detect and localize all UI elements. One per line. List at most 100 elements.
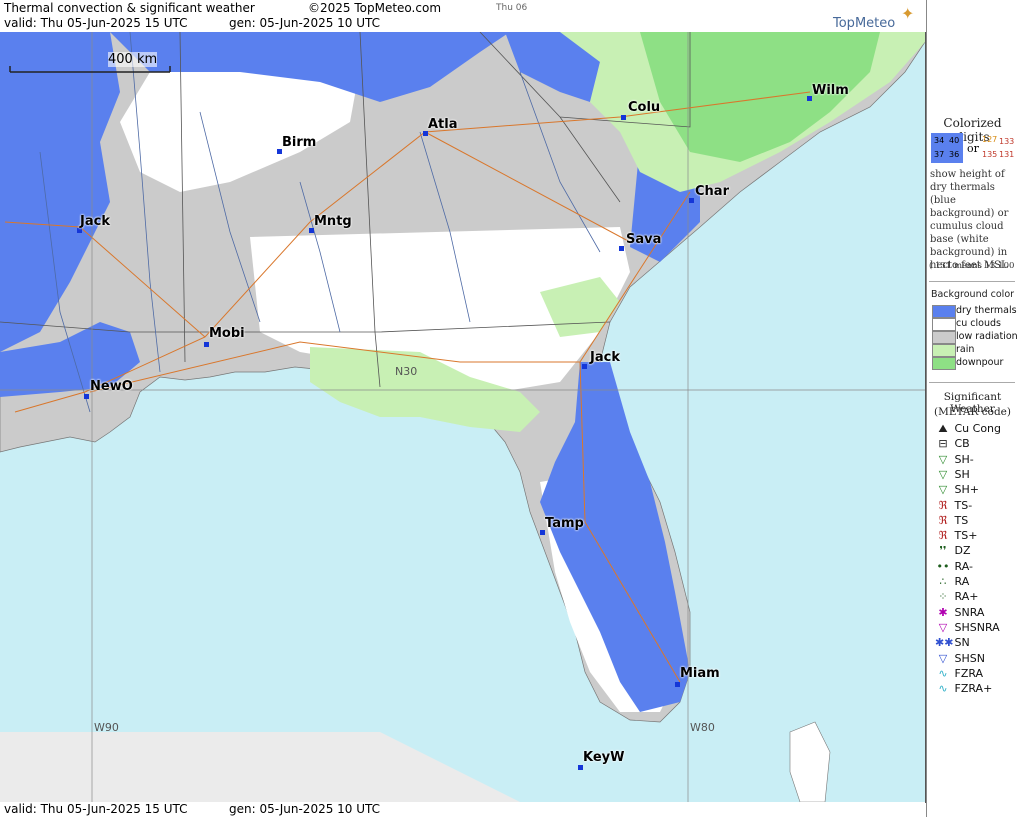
city-tamp[interactable]: Tamp: [545, 516, 584, 531]
city-dot-jack-fl: [582, 364, 587, 369]
sigwx-label: FZRA+: [951, 682, 993, 696]
footer-generated-time: gen: 05-Jun-2025 10 UTC: [229, 802, 381, 816]
city-birm[interactable]: Birm: [282, 135, 316, 150]
topmeteo-logo[interactable]: TopMeteo ✦: [833, 4, 914, 31]
compass-star-icon: ✦: [901, 4, 915, 23]
thunder-light-icon: ℜ: [938, 498, 948, 512]
city-dot-miam: [675, 682, 680, 687]
sigwx-label: Cu Cong: [951, 422, 1002, 435]
shower-light-icon: ▽: [938, 452, 948, 466]
thunder-heavy-icon: ℜ: [938, 529, 948, 543]
city-char[interactable]: Char: [695, 184, 729, 199]
sigwx-label: SNRA: [951, 605, 985, 619]
sample-white-2: 133: [999, 137, 1015, 146]
legend-or: or: [967, 142, 979, 155]
rain-icon: ∴: [939, 575, 947, 588]
sample-white-4: 131: [999, 150, 1015, 159]
sigwx-label: SN: [951, 636, 970, 650]
sample-blue-2: 40: [949, 136, 960, 145]
sigwx-item: ▽ SH+: [935, 483, 1015, 496]
sample-blue-3: 37: [934, 150, 945, 159]
sigwx-item: ∿ FZRA: [935, 667, 1015, 680]
logo-text: TopMeteo: [833, 16, 896, 31]
snow-rain-shower-icon: ▽: [938, 620, 948, 634]
city-miam[interactable]: Miam: [680, 666, 720, 681]
city-dot-newo: [84, 394, 89, 399]
city-dot-sava: [619, 246, 624, 251]
city-keyw[interactable]: KeyW: [583, 750, 624, 765]
drizzle-icon: ❜❜: [939, 544, 947, 558]
sigwx-label: DZ: [951, 544, 971, 558]
city-wilm[interactable]: Wilm: [812, 83, 849, 98]
label-downpour: downpour: [956, 357, 1004, 368]
sigwx-label: RA+: [951, 590, 979, 604]
legend-panel: Colorized digits 34 40 37 36 or 127 133 …: [926, 0, 1017, 817]
sigwx-item: ▽ SH: [935, 468, 1015, 481]
sigwx-item: ⁘ RA+: [935, 590, 1015, 603]
city-newo[interactable]: NewO: [90, 379, 133, 394]
sigwx-item: ℜ TS: [935, 514, 1015, 527]
city-sava[interactable]: Sava: [626, 232, 661, 247]
meridian-w90-label: W90: [94, 721, 119, 734]
sigwx-label: SH-: [951, 452, 974, 466]
freezing-rain-icon: ∿: [938, 666, 948, 680]
sigwx-item: ▽ SHSNRA: [935, 621, 1015, 634]
city-mntg[interactable]: Mntg: [314, 214, 352, 229]
shower-icon: ▽: [938, 467, 948, 481]
sigwx-item: •• RA-: [935, 560, 1015, 573]
legend-sigwx-sub: (METAR code): [933, 406, 1011, 418]
map-title: Thermal convection & significant weather: [4, 1, 255, 15]
day-tab[interactable]: Thu 06: [496, 3, 527, 13]
sigwx-label: TS: [951, 513, 969, 527]
freezing-rain-heavy-icon: ∿: [938, 682, 948, 696]
sigwx-item: ▽ SHSN: [935, 652, 1015, 665]
sigwx-label: TS+: [951, 529, 978, 543]
city-atla[interactable]: Atla: [428, 117, 458, 132]
city-dot-char: [689, 198, 694, 203]
sigwx-label: TS-: [951, 498, 973, 512]
city-dot-colu: [621, 115, 626, 120]
sigwx-item: ∴ RA: [935, 575, 1015, 588]
city-mobi[interactable]: Mobi: [209, 326, 245, 341]
swatch-dry: [932, 305, 956, 318]
sigwx-item: ✱ SNRA: [935, 606, 1015, 619]
legend-background-title: Background color: [930, 289, 1015, 300]
bahamas-island: [789, 721, 831, 802]
label-rain: rain: [956, 344, 975, 355]
sample-white-box: 127 133 135 131: [982, 135, 1016, 163]
swatch-rain: [932, 344, 956, 357]
scale-label: 400 km: [108, 52, 158, 67]
sample-blue-box: 34 40 37 36: [931, 133, 963, 163]
swatch-downpour: [932, 357, 956, 370]
cb-icon: ⊟: [938, 437, 948, 451]
swatch-cu: [932, 318, 956, 331]
sigwx-item: ⛰ Cu Cong: [935, 422, 1015, 436]
sigwx-item: ℜ TS-: [935, 499, 1015, 512]
sample-white-3: 135: [982, 150, 998, 159]
label-cu: cu clouds: [956, 318, 1001, 329]
sigwx-label: RA-: [951, 559, 973, 573]
city-jack-fl[interactable]: Jack: [590, 350, 620, 365]
sigwx-label: RA: [951, 575, 970, 588]
snow-shower-icon: ▽: [938, 651, 948, 665]
label-low-radiation: low radiation: [956, 331, 1017, 342]
footer-valid-time: valid: Thu 05-Jun-2025 15 UTC: [4, 802, 188, 816]
city-jack-ms[interactable]: Jack: [80, 214, 110, 229]
snow-rain-icon: ✱: [938, 605, 948, 619]
cu-cong-icon: ⛰: [938, 422, 948, 435]
sample-white-1: 127: [982, 135, 998, 144]
parallel-n30-label: N30: [395, 365, 418, 378]
valid-time: valid: Thu 05-Jun-2025 15 UTC: [4, 16, 188, 30]
city-colu[interactable]: Colu: [628, 100, 660, 115]
map-svg: [0, 32, 925, 802]
sigwx-item: ⊟ CB: [935, 437, 1015, 450]
copyright: ©2025 TopMeteo.com: [308, 1, 442, 15]
sigwx-label: SH: [951, 467, 970, 481]
city-dot-keyw: [578, 765, 583, 770]
thunder-icon: ℜ: [938, 513, 948, 527]
footer-bar: valid: Thu 05-Jun-2025 15 UTC gen: 05-Ju…: [0, 802, 925, 817]
sigwx-label: SHSNRA: [951, 620, 1000, 634]
weather-map[interactable]: 400 km W90 W80 N30 Wilm Colu Atla Birm C…: [0, 32, 926, 803]
sigwx-label: SHSN: [951, 651, 985, 665]
city-dot-mobi: [204, 342, 209, 347]
